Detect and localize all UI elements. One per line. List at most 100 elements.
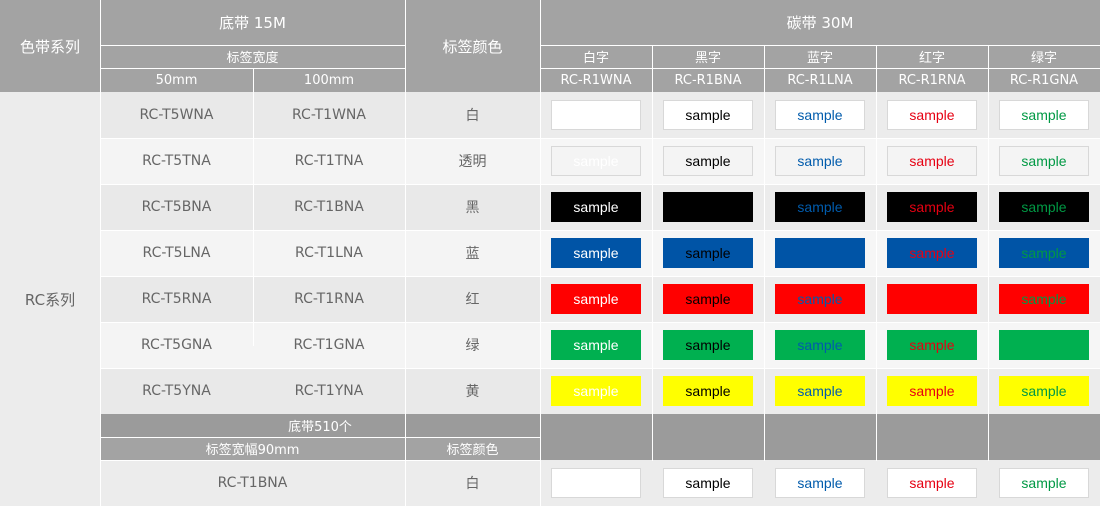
table-row-1-code-50: RC-T5TNA	[100, 138, 253, 184]
sample-swatch: sample	[551, 284, 641, 314]
footer-sample-swatch	[551, 468, 641, 498]
table-row-6-code-50: RC-T5YNA	[100, 368, 253, 414]
footer-grey-band-1	[652, 414, 764, 460]
sample-swatch	[999, 330, 1089, 360]
sample-swatch: sample	[663, 330, 753, 360]
sample-swatch: sample	[999, 146, 1089, 176]
sample-swatch: sample	[887, 192, 977, 222]
sample-swatch: sample	[663, 146, 753, 176]
sample-swatch	[663, 192, 753, 222]
sample-swatch: sample	[999, 376, 1089, 406]
table-row-3-code-100: RC-T1LNA	[253, 230, 405, 276]
sample-swatch: sample	[999, 238, 1089, 268]
grid-line-vertical	[540, 0, 541, 506]
grid-line-horizontal	[100, 230, 1100, 231]
header-ink-3: 红字	[876, 45, 988, 68]
header-label-width: 标签宽度	[100, 45, 405, 68]
sample-swatch: sample	[663, 284, 753, 314]
table-row-0-color-name: 白	[405, 92, 540, 138]
sample-swatch: sample	[887, 330, 977, 360]
grid-line-horizontal	[100, 437, 540, 438]
sample-swatch: sample	[663, 376, 753, 406]
ribbon-spec-table: 色带系列 底带 15M 标签宽度 50mm 100mm 标签颜色 碳带 30M …	[0, 0, 1100, 506]
table-row-2-code-50: RC-T5BNA	[100, 184, 253, 230]
table-row-6-color-name: 黄	[405, 368, 540, 414]
grid-line-horizontal	[100, 184, 1100, 185]
table-row-5-code-50: RC-T5GNA	[100, 322, 253, 368]
sample-swatch: sample	[999, 192, 1089, 222]
sample-swatch: sample	[775, 284, 865, 314]
sample-swatch: sample	[551, 330, 641, 360]
group-label: RC系列	[0, 92, 100, 506]
table-row-4-code-50: RC-T5RNA	[100, 276, 253, 322]
sample-swatch: sample	[887, 376, 977, 406]
sample-swatch: sample	[663, 238, 753, 268]
header-ink-0: 白字	[540, 45, 652, 68]
sample-swatch: sample	[887, 100, 977, 130]
footer-grey-band-0	[540, 414, 652, 460]
footer-grey-band-2	[764, 414, 876, 460]
sample-swatch: sample	[775, 100, 865, 130]
sample-swatch: sample	[551, 238, 641, 268]
sample-swatch: sample	[775, 376, 865, 406]
grid-line-horizontal	[100, 322, 1100, 323]
header-carbon-ribbon: 碳带 30M	[540, 0, 1100, 45]
sample-swatch: sample	[999, 284, 1089, 314]
table-row-2-color-name: 黑	[405, 184, 540, 230]
sample-swatch	[775, 238, 865, 268]
grid-line-vertical	[253, 68, 254, 346]
header-label-color: 标签颜色	[405, 0, 540, 92]
footer-sample-swatch: sample	[775, 468, 865, 498]
grid-line-vertical	[100, 0, 101, 506]
table-row-6-code-100: RC-T1YNA	[253, 368, 405, 414]
sample-swatch: sample	[775, 330, 865, 360]
grid-line-vertical	[405, 0, 406, 506]
table-row-5-color-name: 绿	[405, 322, 540, 368]
grid-line-vertical	[652, 45, 653, 461]
sample-swatch: sample	[999, 100, 1089, 130]
footer-sample-swatch: sample	[999, 468, 1089, 498]
sample-swatch	[887, 284, 977, 314]
grid-line-horizontal	[540, 68, 1100, 69]
sample-swatch: sample	[775, 146, 865, 176]
grid-line-horizontal	[100, 276, 1100, 277]
header-base-tape: 底带 15M	[100, 0, 405, 45]
table-row-0-code-100: RC-T1WNA	[253, 92, 405, 138]
grid-line-horizontal	[100, 68, 405, 69]
table-row-1-color-name: 透明	[405, 138, 540, 184]
sample-swatch: sample	[551, 192, 641, 222]
header-width-50: 50mm	[100, 68, 253, 92]
grid-line-horizontal	[100, 460, 540, 461]
table-row-3-code-50: RC-T5LNA	[100, 230, 253, 276]
header-ribbon-code-1: RC-R1BNA	[652, 68, 764, 92]
footer-label-width-90: 标签宽幅90mm	[100, 437, 405, 460]
table-row-5-code-100: RC-T1GNA	[253, 322, 405, 368]
sample-swatch: sample	[887, 146, 977, 176]
header-ribbon-code-3: RC-R1RNA	[876, 68, 988, 92]
table-row-3-color-name: 蓝	[405, 230, 540, 276]
sample-swatch: sample	[775, 192, 865, 222]
footer-sample-swatch: sample	[663, 468, 753, 498]
footer-code: RC-T1BNA	[100, 460, 405, 506]
header-ink-2: 蓝字	[764, 45, 876, 68]
footer-color-name: 白	[405, 460, 540, 506]
header-ribbon-code-2: RC-R1LNA	[764, 68, 876, 92]
grid-line-vertical	[988, 45, 989, 461]
header-width-100: 100mm	[253, 68, 405, 92]
table-row-4-color-name: 红	[405, 276, 540, 322]
sample-swatch	[551, 100, 641, 130]
grid-line-vertical	[876, 45, 877, 461]
grid-line-horizontal	[540, 45, 1100, 46]
sample-swatch: sample	[551, 146, 641, 176]
table-row-1-code-100: RC-T1TNA	[253, 138, 405, 184]
sample-swatch: sample	[887, 238, 977, 268]
grid-line-horizontal	[100, 45, 405, 46]
footer-sample-swatch: sample	[887, 468, 977, 498]
header-ink-1: 黑字	[652, 45, 764, 68]
table-row-0-code-50: RC-T5WNA	[100, 92, 253, 138]
footer-grey-band-4	[988, 414, 1100, 460]
header-ink-4: 绿字	[988, 45, 1100, 68]
sample-swatch: sample	[663, 100, 753, 130]
table-row-4-code-100: RC-T1RNA	[253, 276, 405, 322]
grid-line-horizontal	[100, 138, 1100, 139]
